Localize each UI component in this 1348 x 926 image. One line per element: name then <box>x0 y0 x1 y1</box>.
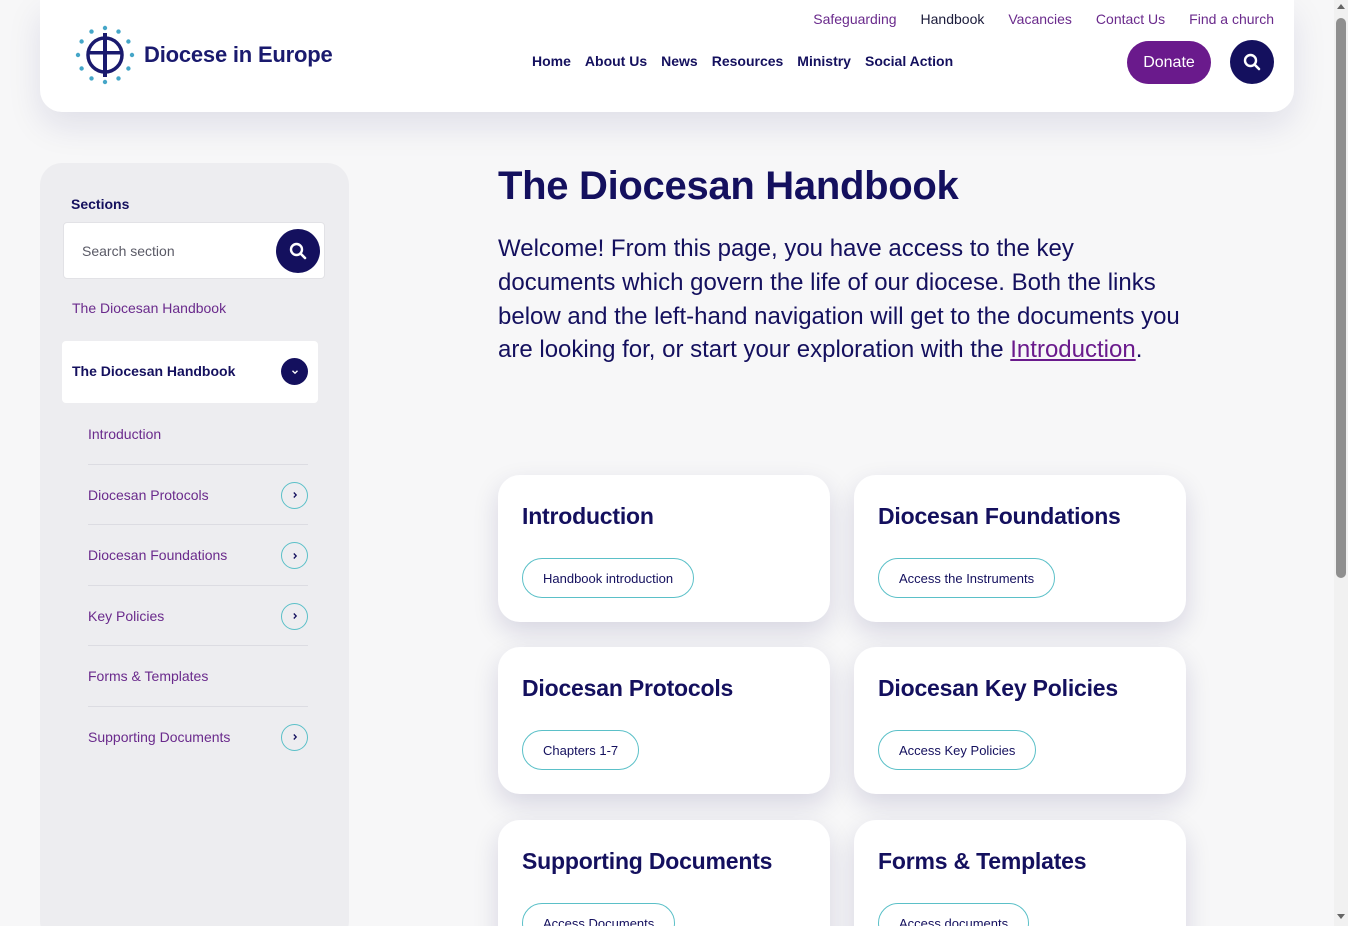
card-supporting-documents: Supporting Documents Access Documents <box>498 820 830 926</box>
intro-end: . <box>1135 336 1143 364</box>
logo-text: Diocese in Europe <box>144 42 333 67</box>
main-nav: Home About Us News Resources Ministry So… <box>532 53 953 69</box>
card-button[interactable]: Access Key Policies <box>878 730 1037 770</box>
site-logo[interactable]: Diocese in Europe <box>74 24 333 86</box>
card-title: Forms & Templates <box>878 848 1087 874</box>
chevron-right-icon[interactable] <box>281 602 308 630</box>
card-button[interactable]: Access the Instruments <box>878 558 1056 598</box>
top-link-handbook[interactable]: Handbook <box>921 11 985 27</box>
page-title: The Diocesan Handbook <box>498 164 959 208</box>
card-button[interactable]: Chapters 1-7 <box>522 730 640 770</box>
scroll-down-arrow-icon[interactable] <box>1337 914 1345 919</box>
sidebar-item-label: Forms & Templates <box>88 668 209 684</box>
sidebar-item-label: Diocesan Foundations <box>88 547 228 563</box>
donate-button[interactable]: Donate <box>1127 41 1211 84</box>
sidebar-item-diocesan-protocols[interactable]: Diocesan Protocols <box>88 465 308 525</box>
sidebar-search-input[interactable] <box>64 223 274 278</box>
top-link-find-a-church[interactable]: Find a church <box>1189 11 1274 27</box>
nav-ministry[interactable]: Ministry <box>797 53 851 69</box>
card-button[interactable]: Access Documents <box>522 903 676 926</box>
top-link-contact-us[interactable]: Contact Us <box>1096 11 1165 27</box>
sidebar-search-button[interactable] <box>276 229 320 273</box>
search-icon <box>1243 53 1261 71</box>
sidebar-item-label: Diocesan Protocols <box>88 486 209 503</box>
sidebar-link-handbook[interactable]: The Diocesan Handbook <box>72 300 226 316</box>
top-link-vacancies[interactable]: Vacancies <box>1008 11 1072 27</box>
scroll-up-arrow-icon[interactable] <box>1337 4 1345 9</box>
sidebar-sub-list: Introduction Diocesan Protocols Diocesan… <box>88 404 308 767</box>
card-button[interactable]: Handbook introduction <box>522 558 695 598</box>
chevron-right-icon[interactable] <box>281 481 308 509</box>
card-title: Supporting Documents <box>522 848 773 874</box>
card-diocesan-key-policies: Diocesan Key Policies Access Key Policie… <box>854 647 1186 794</box>
chevron-down-icon[interactable] <box>281 358 308 385</box>
card-title: Diocesan Protocols <box>522 675 734 701</box>
header-search-button[interactable] <box>1230 40 1274 84</box>
card-title: Diocesan Key Policies <box>878 675 1118 701</box>
card-diocesan-foundations: Diocesan Foundations Access the Instrume… <box>854 475 1186 622</box>
sidebar-item-supporting-documents[interactable]: Supporting Documents <box>88 707 308 768</box>
sidebar-item-label: Supporting Documents <box>88 728 231 745</box>
sidebar-item-key-policies[interactable]: Key Policies <box>88 586 308 646</box>
page: Diocese in Europe Safeguarding Handbook … <box>0 0 1334 926</box>
sidebar-item-handbook-active[interactable]: The Diocesan Handbook <box>62 341 318 403</box>
scrollbar-thumb[interactable] <box>1336 18 1346 578</box>
intro-paragraph: Welcome! From this page, you have access… <box>498 232 1188 367</box>
card-button[interactable]: Access documents <box>878 903 1030 926</box>
nav-resources[interactable]: Resources <box>712 53 784 69</box>
card-diocesan-protocols: Diocesan Protocols Chapters 1-7 <box>498 647 830 794</box>
sidebar-item-label: The Diocesan Handbook <box>72 363 236 379</box>
sidebar-item-label: Key Policies <box>88 607 165 624</box>
card-introduction: Introduction Handbook introduction <box>498 475 830 622</box>
sidebar-search <box>63 222 325 279</box>
intro-link[interactable]: Introduction <box>1010 336 1135 363</box>
sidebar-item-label: Introduction <box>88 426 162 442</box>
top-link-safeguarding[interactable]: Safeguarding <box>813 11 896 27</box>
sections-sidebar: Sections The Diocesan Handbook The Dioce… <box>40 163 349 926</box>
search-icon <box>289 242 307 260</box>
site-header: Diocese in Europe Safeguarding Handbook … <box>40 0 1294 112</box>
utility-nav: Safeguarding Handbook Vacancies Contact … <box>813 11 1274 27</box>
chevron-right-icon[interactable] <box>281 542 308 569</box>
sidebar-item-introduction[interactable]: Introduction <box>88 404 308 465</box>
diocese-logo-icon <box>75 25 135 85</box>
chevron-right-icon[interactable] <box>281 723 308 751</box>
sidebar-title: Sections <box>71 196 130 212</box>
card-title: Diocesan Foundations <box>878 503 1121 529</box>
nav-home[interactable]: Home <box>532 53 571 69</box>
sidebar-item-diocesan-foundations[interactable]: Diocesan Foundations <box>88 525 308 586</box>
card-forms-templates: Forms & Templates Access documents <box>854 820 1186 926</box>
card-title: Introduction <box>522 503 654 529</box>
page-scrollbar[interactable] <box>1334 0 1348 926</box>
nav-about-us[interactable]: About Us <box>585 53 647 69</box>
nav-news[interactable]: News <box>661 53 698 69</box>
sidebar-item-forms-templates[interactable]: Forms & Templates <box>88 646 308 707</box>
nav-social-action[interactable]: Social Action <box>865 53 953 69</box>
